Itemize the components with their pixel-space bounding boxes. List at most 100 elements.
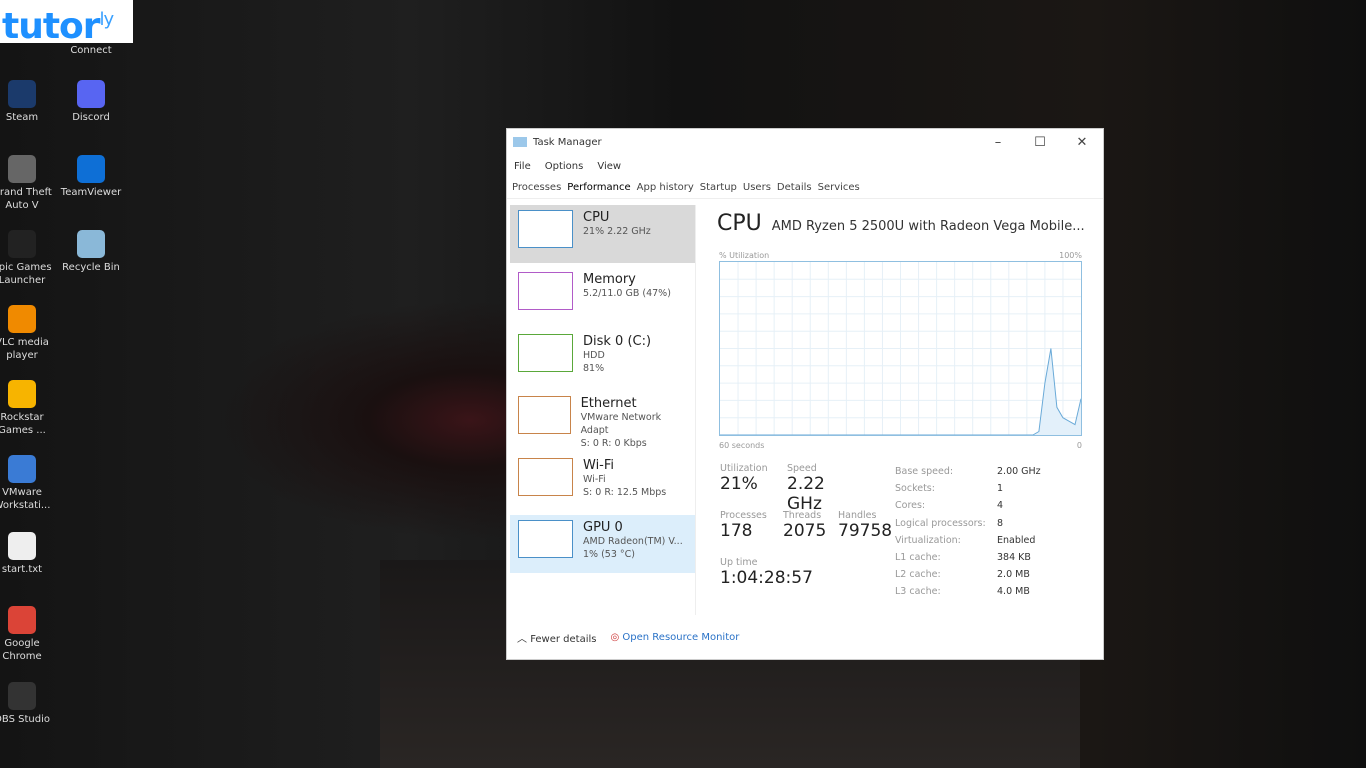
spec-row: L2 cache: 2.0 MB xyxy=(895,566,1041,583)
desktop-icon-label: TeamViewer xyxy=(60,187,122,198)
app-icon xyxy=(8,305,36,333)
utilization-label: Utilization xyxy=(720,463,768,474)
desktop-icon-label: Recycle Bin xyxy=(62,262,120,273)
maximize-button[interactable]: ☐ xyxy=(1019,135,1061,150)
chevron-up-icon: ︿ xyxy=(517,634,527,645)
desktop-icon-label: start.txt xyxy=(1,564,43,575)
desktop-icon-label: Discord xyxy=(72,112,110,123)
title-bar[interactable]: Task Manager – ☐ ✕ xyxy=(507,129,1103,155)
resource-monitor-label: Open Resource Monitor xyxy=(622,632,740,643)
desktop-icon[interactable]: start.txt xyxy=(0,532,57,576)
tab-bar: Processes Performance App history Startu… xyxy=(507,177,1103,199)
resource-detail: 21% 2.22 GHz xyxy=(583,226,651,237)
desktop-icon[interactable]: Discord xyxy=(56,80,126,124)
app-icon xyxy=(8,606,36,634)
spec-value: 4 xyxy=(997,500,1004,512)
handles-value: 79758 xyxy=(838,521,893,541)
tab-performance[interactable]: Performance xyxy=(567,182,630,193)
spec-value: Enabled xyxy=(997,534,1036,546)
desktop-icon[interactable]: VLC media player xyxy=(0,305,57,362)
cpu-model: AMD Ryzen 5 2500U with Radeon Vega Mobil… xyxy=(771,219,1085,234)
app-icon xyxy=(77,80,105,108)
desktop-icon[interactable]: TeamViewer xyxy=(56,155,126,199)
desktop-icon[interactable]: Rockstar Games ... xyxy=(0,380,57,437)
desktop-icon-label: Steam xyxy=(5,112,39,123)
cpu-detail: CPU AMD Ryzen 5 2500U with Radeon Vega Mo… xyxy=(717,211,1087,450)
desktop-icon[interactable]: Recycle Bin xyxy=(56,230,126,274)
desktop-icon-label: Epic Games Launcher xyxy=(0,262,52,286)
menu-options[interactable]: Options xyxy=(545,161,584,172)
resource-detail-2: 1% (53 °C) xyxy=(583,549,635,560)
desktop-icon[interactable]: OBS Studio xyxy=(0,682,57,726)
app-icon xyxy=(8,80,36,108)
resource-item[interactable]: Wi-Fi Wi-Fi S: 0 R: 12.5 Mbps xyxy=(510,453,695,511)
desktop-icon[interactable]: VMware Workstati... xyxy=(0,455,57,512)
spec-key: L2 cache: xyxy=(895,569,941,581)
task-manager-icon xyxy=(513,137,527,147)
speed-value: 2.22 GHz xyxy=(787,474,825,514)
graph-min: 0 xyxy=(1076,441,1082,450)
desktop-icon-partial[interactable]: Connect xyxy=(56,44,126,57)
spec-value: 2.0 MB xyxy=(997,569,1030,581)
tab-processes[interactable]: Processes xyxy=(512,182,561,193)
tab-app-history[interactable]: App history xyxy=(637,182,694,193)
resource-item[interactable]: GPU 0 AMD Radeon(TM) V... 1% (53 °C) xyxy=(510,515,695,573)
desktop-icon-label: Google Chrome xyxy=(2,638,42,662)
desktop-icon-label: VMware Workstati... xyxy=(0,487,51,511)
spec-row: Logical processors: 8 xyxy=(895,515,1041,532)
app-icon xyxy=(8,230,36,258)
desktop-icon-label: VLC media player xyxy=(0,337,49,361)
resource-thumbnail-graph xyxy=(518,334,573,372)
spec-key: Logical processors: xyxy=(895,517,986,529)
desktop-icon[interactable]: Grand Theft Auto V xyxy=(0,155,57,212)
uptime-label: Up time xyxy=(720,557,758,568)
graph-label: % Utilization xyxy=(719,251,770,260)
app-icon xyxy=(8,155,36,183)
resource-name: Memory xyxy=(583,272,636,287)
app-icon xyxy=(8,380,36,408)
cpu-utilization-graph xyxy=(719,261,1082,436)
resource-list: CPU 21% 2.22 GHz Memory 5.2/11.0 GB (47%) Di… xyxy=(510,205,696,615)
menu-view[interactable]: View xyxy=(597,161,621,172)
tab-details[interactable]: Details xyxy=(777,182,812,193)
app-icon xyxy=(8,682,36,710)
spec-row: L3 cache: 4.0 MB xyxy=(895,583,1041,600)
tab-services[interactable]: Services xyxy=(818,182,860,193)
desktop-icon[interactable]: Steam xyxy=(0,80,57,124)
app-icon xyxy=(77,155,105,183)
open-resource-monitor-link[interactable]: ◎ Open Resource Monitor xyxy=(610,632,739,643)
uptime-value: 1:04:28:57 xyxy=(720,568,813,588)
resource-name: Ethernet xyxy=(580,396,637,411)
desktop-icon[interactable]: Google Chrome xyxy=(0,606,57,663)
spec-key: Sockets: xyxy=(895,483,935,495)
tab-startup[interactable]: Startup xyxy=(700,182,737,193)
tab-users[interactable]: Users xyxy=(743,182,771,193)
menu-file[interactable]: File xyxy=(514,161,531,172)
spec-key: Cores: xyxy=(895,500,926,512)
spec-row: Cores: 4 xyxy=(895,497,1041,514)
resource-name: CPU xyxy=(583,210,610,225)
resource-item[interactable]: Memory 5.2/11.0 GB (47%) xyxy=(510,267,695,325)
desktop-icon[interactable]: Epic Games Launcher xyxy=(0,230,57,287)
resource-detail-2: 81% xyxy=(583,363,605,374)
resource-item[interactable]: Disk 0 (C:) HDD 81% xyxy=(510,329,695,387)
spec-value: 384 KB xyxy=(997,552,1031,564)
resource-item[interactable]: CPU 21% 2.22 GHz xyxy=(510,205,695,263)
resource-name: Wi-Fi xyxy=(583,458,615,473)
fewer-details-button[interactable]: ︿ Fewer details xyxy=(517,630,596,645)
close-button[interactable]: ✕ xyxy=(1061,135,1103,150)
tutorly-logo: tutorly xyxy=(0,0,133,47)
minimize-button[interactable]: – xyxy=(977,135,1019,150)
resource-thumbnail-graph xyxy=(518,210,573,248)
spec-value: 2.00 GHz xyxy=(997,466,1041,477)
resource-detail: 5.2/11.0 GB (47%) xyxy=(583,288,671,299)
resource-thumbnail-graph xyxy=(518,396,571,434)
desktop-icon-label: Rockstar Games ... xyxy=(0,412,46,436)
resource-detail: HDD xyxy=(583,350,605,361)
resource-thumbnail-graph xyxy=(518,458,573,496)
cpu-specs: Base speed: 2.00 GHz Sockets: 1 Cores: 4 Logic… xyxy=(895,463,1041,601)
task-manager-window: Task Manager – ☐ ✕ File Options View Proce… xyxy=(506,128,1104,660)
resource-item[interactable]: Ethernet VMware Network Adapt S: 0 R: 0 Kb… xyxy=(510,391,695,449)
resource-detail: VMware Network Adapt xyxy=(580,412,662,436)
spec-row: L1 cache: 384 KB xyxy=(895,549,1041,566)
